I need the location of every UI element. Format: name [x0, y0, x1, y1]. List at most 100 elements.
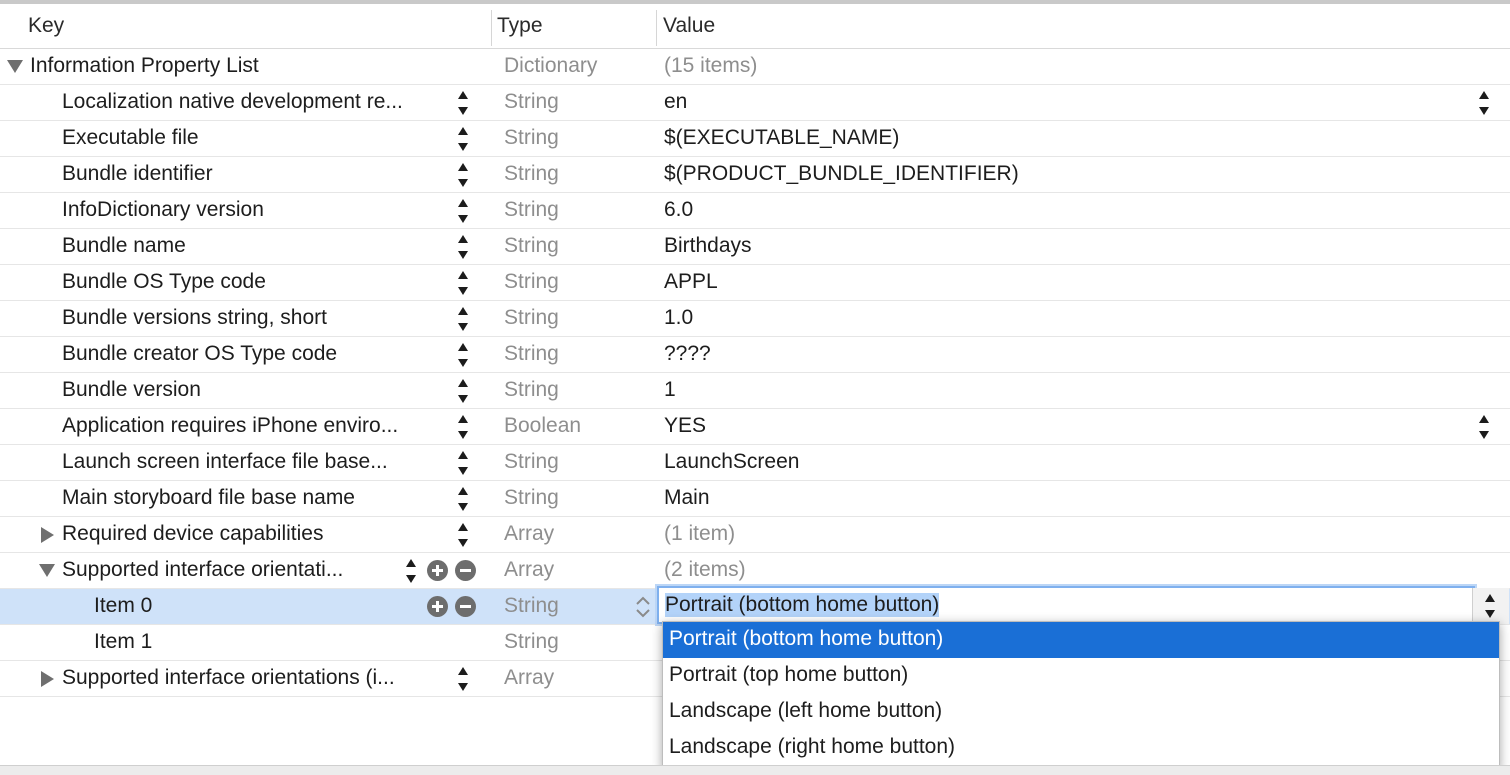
plist-row[interactable]: Executable file String $(EXECUTABLE_NAME… — [0, 121, 1510, 157]
key-popup-stepper-icon[interactable] — [457, 378, 469, 404]
disclosure-triangle-open-icon[interactable] — [39, 564, 55, 577]
key-popup-stepper-icon[interactable] — [457, 306, 469, 332]
row-key[interactable]: Bundle identifier — [62, 162, 213, 186]
column-divider[interactable] — [491, 10, 492, 46]
key-popup-stepper-icon[interactable] — [405, 558, 417, 584]
dropdown-option-portrait-top[interactable]: Portrait (top home button) — [663, 658, 1499, 694]
add-item-icon[interactable] — [427, 560, 448, 581]
key-popup-stepper-icon[interactable] — [457, 486, 469, 512]
row-type[interactable]: String — [504, 486, 559, 510]
plist-row[interactable]: Supported interface orientati... Array (… — [0, 553, 1510, 589]
disclosure-triangle-closed-icon[interactable] — [41, 671, 54, 687]
plist-row[interactable]: Bundle OS Type code String APPL — [0, 265, 1510, 301]
key-popup-stepper-icon[interactable] — [457, 234, 469, 260]
key-popup-stepper-icon[interactable] — [457, 522, 469, 548]
row-key[interactable]: Item 1 — [94, 630, 152, 654]
row-value[interactable]: 1 — [664, 378, 676, 402]
column-header-type[interactable]: Type — [497, 14, 543, 38]
row-key[interactable]: Main storyboard file base name — [62, 486, 355, 510]
row-type[interactable]: String — [504, 234, 559, 258]
row-key[interactable]: Bundle creator OS Type code — [62, 342, 337, 366]
disclosure-triangle-open-icon[interactable] — [7, 60, 23, 73]
row-value[interactable]: Main — [664, 486, 710, 510]
plist-row[interactable]: Main storyboard file base name String Ma… — [0, 481, 1510, 517]
key-popup-stepper-icon[interactable] — [457, 270, 469, 296]
dropdown-option-landscape-right[interactable]: Landscape (right home button) — [663, 730, 1499, 766]
row-key[interactable]: Application requires iPhone enviro... — [62, 414, 398, 438]
row-key[interactable]: Bundle OS Type code — [62, 270, 266, 294]
key-popup-stepper-icon[interactable] — [457, 90, 469, 116]
row-type[interactable]: String — [504, 198, 559, 222]
column-header-value[interactable]: Value — [663, 14, 715, 38]
row-value[interactable]: YES — [664, 414, 706, 438]
row-type[interactable]: Array — [504, 666, 554, 690]
key-popup-stepper-icon[interactable] — [457, 666, 469, 692]
value-popup-stepper-icon[interactable] — [1478, 414, 1490, 440]
value-edit-field[interactable]: Portrait (bottom home button) — [657, 586, 1475, 624]
plist-row-information-property-list[interactable]: Information Property List Dictionary (15… — [0, 49, 1510, 85]
key-popup-stepper-icon[interactable] — [457, 414, 469, 440]
row-type[interactable]: String — [504, 378, 559, 402]
row-type[interactable]: String — [504, 162, 559, 186]
value-edit-text[interactable]: Portrait (bottom home button) — [665, 593, 940, 617]
row-type[interactable]: String — [504, 270, 559, 294]
key-popup-stepper-icon[interactable] — [457, 450, 469, 476]
row-value[interactable]: APPL — [664, 270, 718, 294]
row-key[interactable]: Executable file — [62, 126, 199, 150]
row-key[interactable]: Launch screen interface file base... — [62, 450, 388, 474]
plist-row[interactable]: Bundle name String Birthdays — [0, 229, 1510, 265]
plist-row[interactable]: InfoDictionary version String 6.0 — [0, 193, 1510, 229]
row-type[interactable]: String — [504, 594, 559, 618]
row-type[interactable]: Array — [504, 558, 554, 582]
row-type[interactable]: Array — [504, 522, 554, 546]
dropdown-option-landscape-left[interactable]: Landscape (left home button) — [663, 694, 1499, 730]
row-value[interactable]: $(PRODUCT_BUNDLE_IDENTIFIER) — [664, 162, 1019, 186]
column-divider[interactable] — [656, 10, 657, 46]
row-key[interactable]: Bundle version — [62, 378, 201, 402]
row-type[interactable]: String — [504, 630, 559, 654]
add-item-icon[interactable] — [427, 596, 448, 617]
key-popup-stepper-icon[interactable] — [457, 342, 469, 368]
row-type[interactable]: String — [504, 450, 559, 474]
row-key[interactable]: InfoDictionary version — [62, 198, 264, 222]
plist-row[interactable]: Bundle versions string, short String 1.0 — [0, 301, 1510, 337]
row-type[interactable]: String — [504, 342, 559, 366]
row-value[interactable]: LaunchScreen — [664, 450, 799, 474]
row-value[interactable]: en — [664, 90, 687, 114]
key-popup-stepper-icon[interactable] — [457, 162, 469, 188]
row-value[interactable]: 6.0 — [664, 198, 693, 222]
row-key[interactable]: Bundle name — [62, 234, 186, 258]
row-type[interactable]: String — [504, 90, 559, 114]
remove-item-icon[interactable] — [455, 596, 476, 617]
disclosure-triangle-closed-icon[interactable] — [41, 527, 54, 543]
row-value[interactable]: 1.0 — [664, 306, 693, 330]
key-popup-stepper-icon[interactable] — [457, 126, 469, 152]
plist-row[interactable]: Bundle creator OS Type code String ???? — [0, 337, 1510, 373]
row-key[interactable]: Item 0 — [94, 594, 152, 618]
type-chevron-updown-icon[interactable] — [634, 593, 652, 621]
remove-item-icon[interactable] — [455, 560, 476, 581]
dropdown-option-portrait-bottom[interactable]: Portrait (bottom home button) — [663, 622, 1499, 658]
plist-row[interactable]: Bundle version String 1 — [0, 373, 1510, 409]
column-header-key[interactable]: Key — [28, 14, 64, 38]
plist-row[interactable]: Localization native development re... St… — [0, 85, 1510, 121]
plist-row[interactable]: Application requires iPhone enviro... Bo… — [0, 409, 1510, 445]
value-dropdown-menu[interactable]: Portrait (bottom home button) Portrait (… — [662, 621, 1500, 769]
row-key[interactable]: Required device capabilities — [62, 522, 324, 546]
row-key[interactable]: Supported interface orientations (i... — [62, 666, 395, 690]
row-type[interactable]: String — [504, 306, 559, 330]
row-value[interactable]: $(EXECUTABLE_NAME) — [664, 126, 899, 150]
row-value[interactable]: Birthdays — [664, 234, 752, 258]
row-type[interactable]: String — [504, 126, 559, 150]
row-value[interactable]: ???? — [664, 342, 711, 366]
row-key[interactable]: Bundle versions string, short — [62, 306, 327, 330]
plist-row[interactable]: Required device capabilities Array (1 it… — [0, 517, 1510, 553]
row-key[interactable]: Supported interface orientati... — [62, 558, 343, 582]
plist-row[interactable]: Bundle identifier String $(PRODUCT_BUNDL… — [0, 157, 1510, 193]
value-popup-stepper-icon[interactable] — [1484, 593, 1496, 619]
value-popup-button[interactable] — [1472, 588, 1509, 624]
value-popup-stepper-icon[interactable] — [1478, 90, 1490, 116]
key-popup-stepper-icon[interactable] — [457, 198, 469, 224]
plist-row[interactable]: Launch screen interface file base... Str… — [0, 445, 1510, 481]
row-key[interactable]: Localization native development re... — [62, 90, 403, 114]
